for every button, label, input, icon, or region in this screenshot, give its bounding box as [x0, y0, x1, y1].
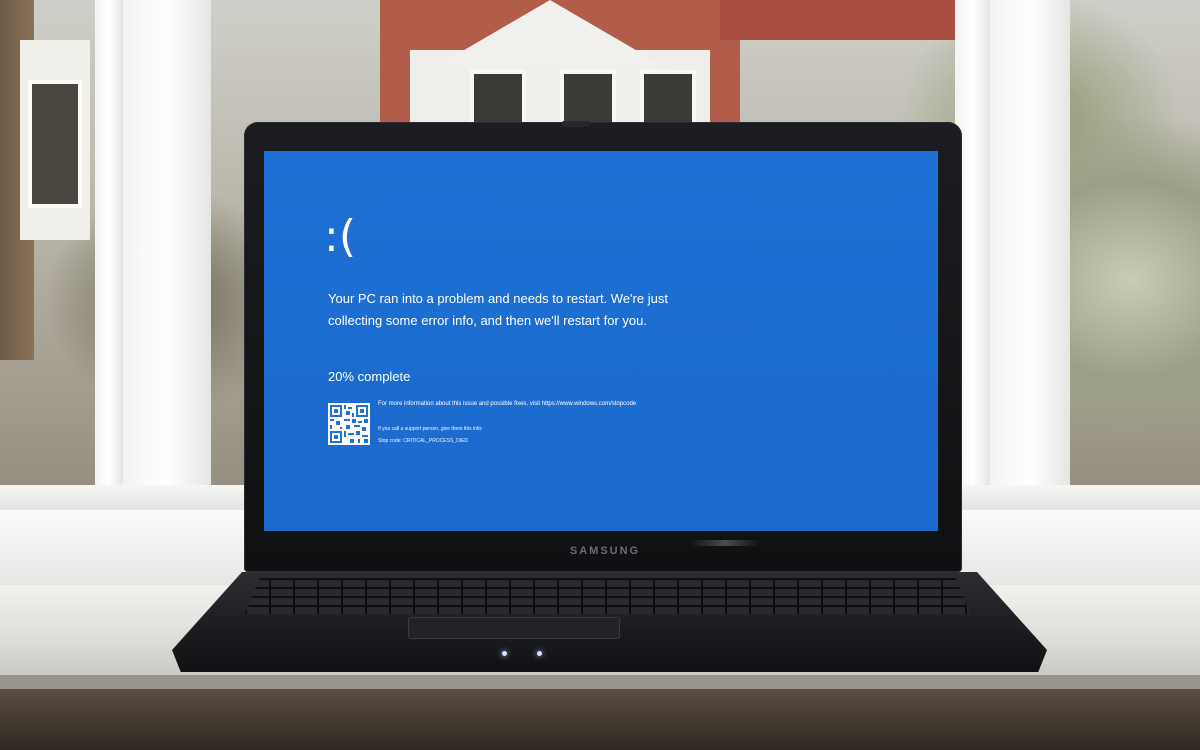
neighbor-window	[640, 70, 696, 128]
blue-screen: :( Your PC ran into a problem and needs …	[264, 151, 938, 531]
sad-face-emoticon: :(	[324, 211, 356, 262]
neighbor-window-left	[28, 80, 82, 208]
progress-text: 20% complete	[328, 369, 411, 384]
more-info-link-text: For more information about this issue an…	[378, 401, 637, 407]
neighbor-window	[560, 70, 616, 128]
neighbor-gable	[430, 0, 670, 70]
status-led-icon	[502, 651, 507, 656]
bezel-reflection	[690, 540, 760, 546]
webcam-icon	[562, 121, 590, 127]
window-frame-post	[123, 0, 211, 560]
window-frame-post	[990, 0, 1070, 560]
laptop-touchpad[interactable]	[408, 617, 620, 639]
window-frame-mullion	[95, 0, 123, 560]
qr-code-graphic	[328, 403, 370, 445]
support-note: If you call a support person, give them …	[378, 426, 483, 432]
blue-screen-background	[264, 151, 938, 531]
neighbor-roof	[720, 0, 960, 40]
qr-code-icon	[328, 403, 370, 445]
neighbor-window	[470, 70, 526, 128]
floor	[0, 689, 1200, 750]
error-message: Your PC ran into a problem and needs to …	[328, 291, 668, 328]
status-led-icon	[537, 651, 542, 656]
stop-code: Stop code: CRITICAL_PROCESS_DIED	[378, 438, 469, 444]
laptop-brand-logo: SAMSUNG	[569, 545, 641, 557]
window-sill-edge	[0, 675, 1200, 689]
laptop-keyboard[interactable]	[245, 578, 970, 614]
photo-scene: SAMSUNG :( Your PC ran into a problem an…	[0, 0, 1200, 750]
